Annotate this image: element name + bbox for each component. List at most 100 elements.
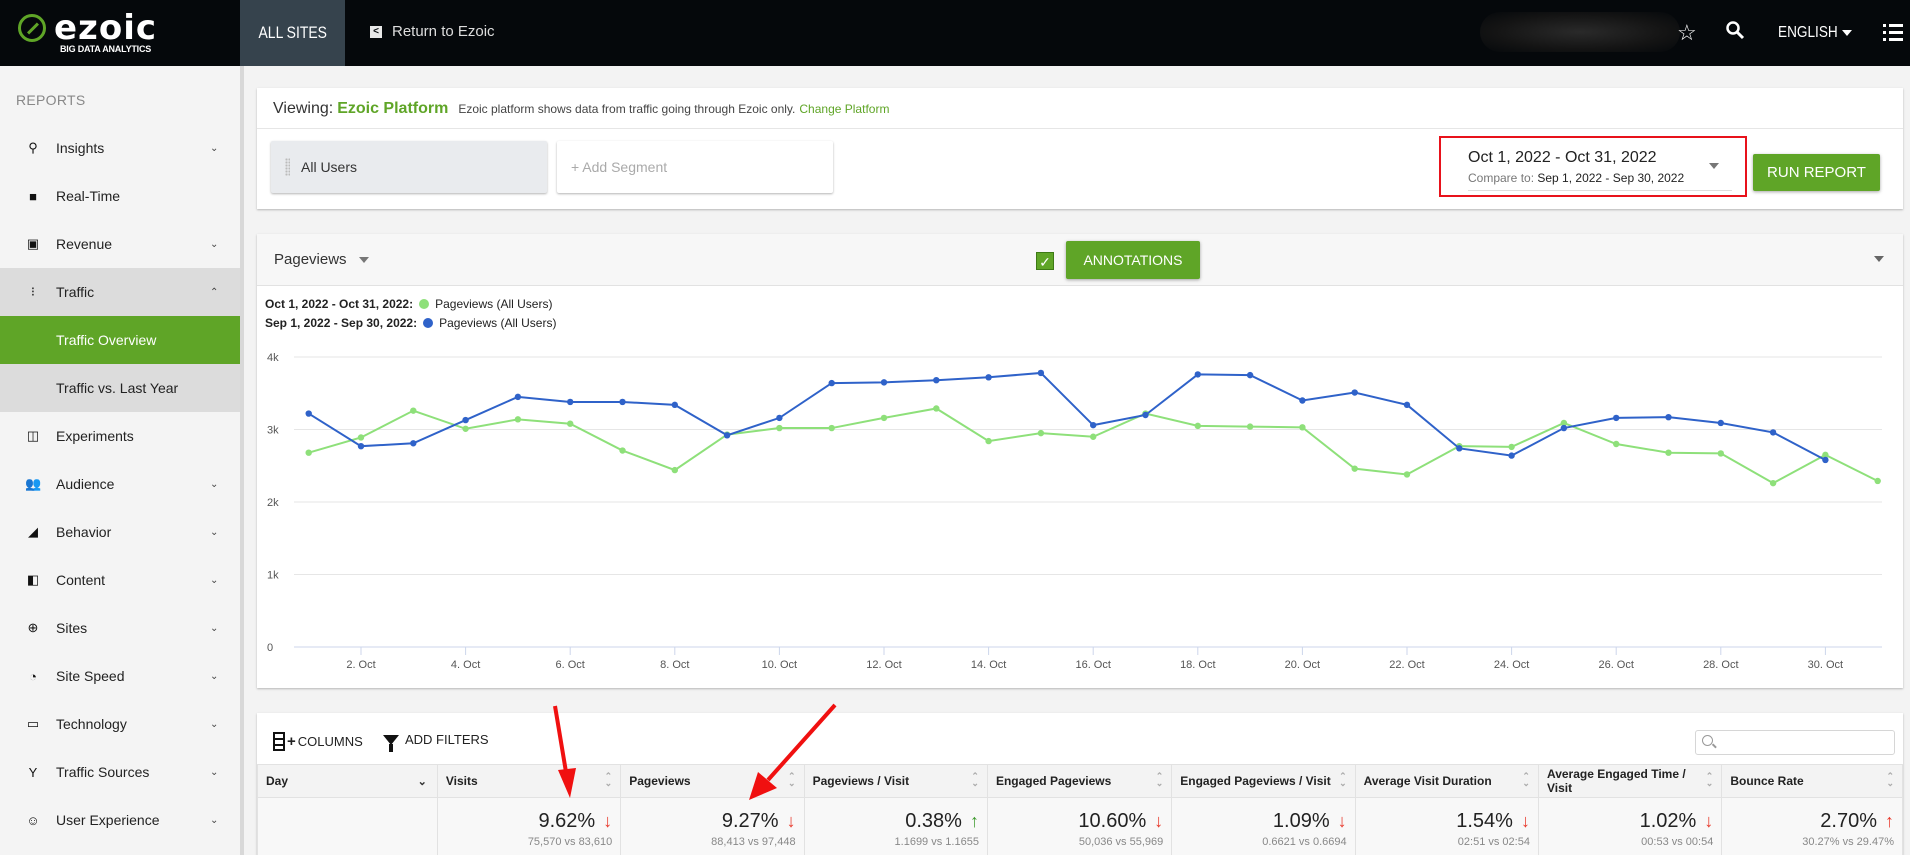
sidebar-item-traffic-vs-last-year[interactable]: Traffic vs. Last Year xyxy=(0,364,240,412)
x-tick-label: 18. Oct xyxy=(1180,659,1215,671)
data-point xyxy=(619,447,626,454)
data-point xyxy=(1351,465,1358,472)
x-tick-label: 26. Oct xyxy=(1598,659,1633,671)
sidebar-item-label: Sites xyxy=(56,620,88,636)
columns-icon xyxy=(273,732,285,751)
compare-range-value: Sep 1, 2022 - Sep 30, 2022 xyxy=(1537,171,1685,185)
column-header-label: Average Visit Duration xyxy=(1363,774,1492,788)
sidebar-item-audience[interactable]: 👥 Audience ⌄ xyxy=(0,460,240,508)
run-report-button[interactable]: RUN REPORT xyxy=(1753,154,1880,191)
audience-icon: 👥 xyxy=(25,476,42,491)
summary-table: Day ⌄ Visits ⌃ ⌄ Pageviews ⌃ ⌄ Pageviews / Visit… xyxy=(257,764,1903,855)
data-point xyxy=(514,393,522,401)
caret-down-icon[interactable] xyxy=(1709,163,1719,169)
table-row: 9.62% ↓ 75,570 vs 83,610 9.27% ↓ 88,413 vs 97… xyxy=(257,797,1903,855)
sort-icon[interactable]: ⌃ ⌄ xyxy=(788,772,796,788)
sidebar-item-insights[interactable]: ⚲ Insights ⌄ xyxy=(0,124,240,172)
date-range-picker[interactable]: Oct 1, 2022 - Oct 31, 2022 Compare to: S… xyxy=(1439,136,1747,197)
table-header-row: Day ⌄ Visits ⌃ ⌄ Pageviews ⌃ ⌄ Pageviews / Visit… xyxy=(257,764,1903,798)
sidebar-item-real-time[interactable]: ■ Real-Time xyxy=(0,172,240,220)
experiments-icon: ◫ xyxy=(26,428,40,443)
data-point xyxy=(1194,371,1201,378)
column-header-engaged-pageviews-visit[interactable]: Engaged Pageviews / Visit ⌃ ⌄ xyxy=(1171,764,1356,798)
add-segment-button[interactable]: + Add Segment xyxy=(557,141,833,193)
column-header-engaged-pageviews[interactable]: Engaged Pageviews ⌃ ⌄ xyxy=(986,764,1173,798)
y-tick-label: 4k xyxy=(267,352,279,364)
sidebar-nav: ⚲ Insights ⌄ ■ Real-Time ▣ Revenue ⌄ ⁝ Traffic ⌃ Tr… xyxy=(0,124,240,844)
data-point xyxy=(828,424,835,432)
sidebar-item-label: Traffic vs. Last Year xyxy=(56,380,179,396)
blurred-account[interactable] xyxy=(1480,12,1680,52)
column-header-label: Pageviews xyxy=(629,774,691,788)
platform-bar: Viewing: Ezoic Platform Ezoic platform s… xyxy=(273,100,889,118)
data-point xyxy=(462,416,469,424)
pageviews-line-chart[interactable]: 0 1k 2k 3k 4k 2. Oct 4. Oct 6. Oct 8. Oct 10. Oct… xyxy=(257,234,1903,688)
column-header-average-engaged-time-visit[interactable]: Average Engaged Time / Visit ⌃ ⌄ xyxy=(1537,764,1723,798)
data-point xyxy=(357,442,365,450)
sidebar-item-sites[interactable]: ⊕ Sites ⌄ xyxy=(0,604,240,652)
column-header-pageviews[interactable]: Pageviews ⌃ ⌄ xyxy=(620,764,805,798)
date-underline xyxy=(1468,190,1732,191)
table-search-input[interactable] xyxy=(1695,730,1895,755)
column-header-day[interactable]: Day ⌄ xyxy=(257,764,438,798)
sort-icon[interactable]: ⌃ ⌄ xyxy=(971,772,979,788)
sidebar-item-label: Real-Time xyxy=(56,188,121,204)
sidebar-item-traffic[interactable]: ⁝ Traffic ⌃ xyxy=(0,268,240,316)
data-point xyxy=(828,379,835,387)
sidebar-item-experiments[interactable]: ◫ Experiments xyxy=(0,412,240,460)
sidebar-item-revenue[interactable]: ▣ Revenue ⌄ xyxy=(0,220,240,268)
star-icon[interactable]: ☆ xyxy=(1677,20,1697,46)
chevron-down-icon[interactable]: ⌄ xyxy=(418,775,427,788)
arrow-up-icon: ↑ xyxy=(969,811,979,831)
x-tick-label: 6. Oct xyxy=(556,659,585,671)
data-point xyxy=(671,466,678,474)
percent-value: 10.60% xyxy=(1078,810,1147,832)
add-filters-button[interactable]: ADD FILTERS xyxy=(383,732,489,752)
list-menu-icon[interactable] xyxy=(1883,24,1903,42)
x-tick-label: 14. Oct xyxy=(971,659,1006,671)
x-tick-label: 24. Oct xyxy=(1494,659,1529,671)
change-platform-link[interactable]: Change Platform xyxy=(799,102,889,116)
sidebar-item-user-experience[interactable]: ☺ User Experience ⌄ xyxy=(0,796,240,844)
search-icon[interactable] xyxy=(1725,20,1745,46)
column-header-visits[interactable]: Visits ⌃ ⌄ xyxy=(436,764,622,798)
percent-change: 9.62% ↓ xyxy=(446,810,613,833)
percent-change: 9.27% ↓ xyxy=(629,810,796,833)
all-sites-tab[interactable]: ALL SITES xyxy=(240,0,345,66)
summary-cell: 1.54% ↓ 02:51 vs 02:54 xyxy=(1354,797,1539,855)
data-point xyxy=(305,449,312,456)
sort-icon[interactable]: ⌃ ⌄ xyxy=(1522,772,1530,788)
columns-button[interactable]: + COLUMNS xyxy=(273,732,363,751)
sidebar-item-content[interactable]: ◧ Content ⌄ xyxy=(0,556,240,604)
sidebar-item-traffic-overview[interactable]: Traffic Overview xyxy=(0,316,240,364)
drag-handle-icon[interactable] xyxy=(285,158,290,176)
sidebar-item-technology[interactable]: ▭ Technology ⌄ xyxy=(0,700,240,748)
language-dropdown[interactable]: ENGLISH xyxy=(1778,24,1853,42)
column-header-pageviews-visit[interactable]: Pageviews / Visit ⌃ ⌄ xyxy=(803,764,988,798)
sidebar-scrollbar[interactable] xyxy=(240,66,244,855)
report-filter-panel: Viewing: Ezoic Platform Ezoic platform s… xyxy=(257,88,1903,209)
return-to-ezoic-link[interactable]: < Return to Ezoic xyxy=(370,23,495,40)
sidebar-item-traffic-sources[interactable]: Y Traffic Sources ⌄ xyxy=(0,748,240,796)
comparison-values: 00:53 vs 00:54 xyxy=(1641,836,1714,848)
sidebar-item-behavior[interactable]: ◢ Behavior ⌄ xyxy=(0,508,240,556)
ezoic-logo[interactable]: ezoic BIG DATA ANALYTICS xyxy=(18,8,168,56)
column-header-average-visit-duration[interactable]: Average Visit Duration ⌃ ⌄ xyxy=(1354,764,1539,798)
column-header-bounce-rate[interactable]: Bounce Rate ⌃ ⌄ xyxy=(1721,764,1903,798)
sort-icon[interactable]: ⌃ ⌄ xyxy=(1339,772,1347,788)
sort-icon[interactable]: ⌃ ⌄ xyxy=(1886,772,1894,788)
comparison-values: 1.1699 vs 1.1655 xyxy=(894,836,979,848)
data-point xyxy=(723,432,731,439)
sort-icon[interactable]: ⌃ ⌄ xyxy=(605,772,613,788)
y-tick-label: 0 xyxy=(267,642,273,654)
x-tick-label: 22. Oct xyxy=(1389,659,1424,671)
data-point xyxy=(1037,369,1045,377)
sidebar-item-label: Experiments xyxy=(56,428,134,444)
user-experience-icon: ☺ xyxy=(26,812,40,828)
sidebar-item-site-speed[interactable]: ◔ Site Speed ⌄ xyxy=(0,652,240,700)
segment-all-users[interactable]: All Users xyxy=(271,141,547,193)
y-tick-label: 1k xyxy=(267,570,279,582)
sort-icon[interactable]: ⌃ ⌄ xyxy=(1706,772,1714,788)
sort-icon[interactable]: ⌃ ⌄ xyxy=(1156,772,1164,788)
arrow-down-icon: ↓ xyxy=(1520,811,1530,831)
